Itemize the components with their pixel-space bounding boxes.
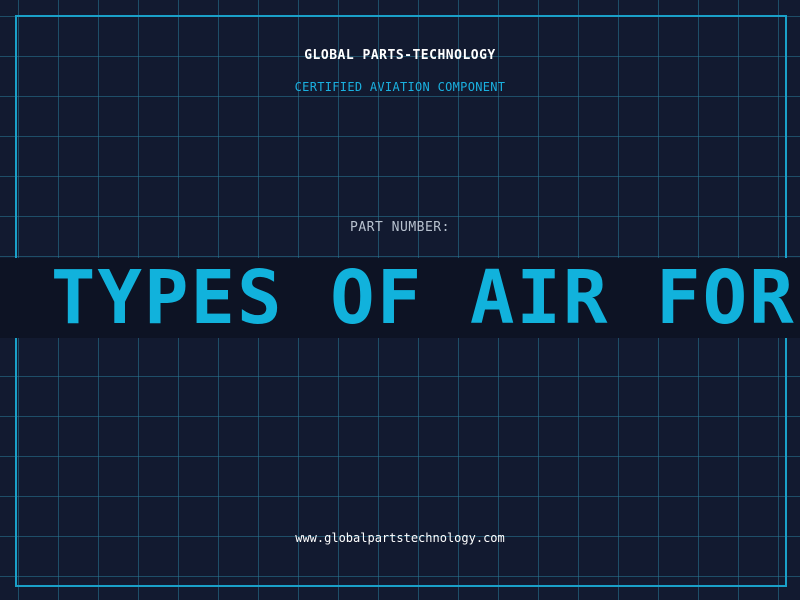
company-name: GLOBAL PARTS-TECHNOLOGY	[304, 48, 496, 63]
part-number-value: L TYPES OF AIR FORC	[0, 258, 800, 338]
website-url: www.globalpartstechnology.com	[295, 531, 505, 545]
certificate-card: GLOBAL PARTS-TECHNOLOGY CERTIFIED AVIATI…	[0, 0, 800, 600]
certification-tagline: CERTIFIED AVIATION COMPONENT	[294, 80, 506, 94]
part-number-banner: L TYPES OF AIR FORC	[0, 258, 800, 338]
part-number-label: PART NUMBER:	[350, 220, 450, 235]
